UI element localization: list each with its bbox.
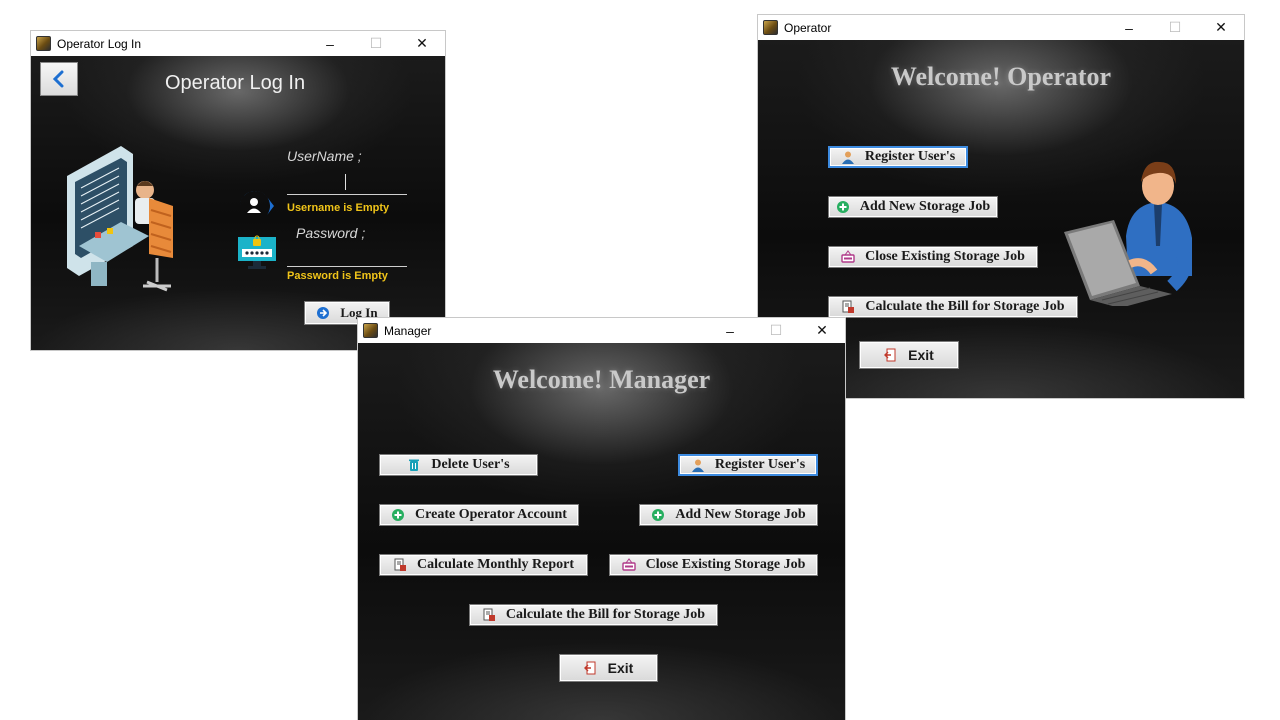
add-storage-job-label: Add New Storage Job [675,507,806,522]
password-error: Password is Empty [287,270,388,282]
bill-icon [483,608,495,621]
calculate-bill-label: Calculate the Bill for Storage Job [505,607,706,622]
username-error: Username is Empty [287,202,390,214]
calculate-monthly-report-label: Calculate Monthly Report [416,557,575,572]
close-storage-job-label: Close Existing Storage Job [645,557,806,572]
bill-icon [842,300,855,313]
add-storage-job-button[interactable]: Add New Storage Job [639,504,818,526]
register-users-button[interactable]: Register User's [678,454,818,476]
app-icon [363,323,378,338]
add-storage-job-label: Add New Storage Job [859,199,991,214]
login-window: Operator Log In – ☐ ✕ Operator Log In Us… [31,31,445,350]
exit-button[interactable]: Exit [559,654,658,682]
user-icon [240,191,274,215]
plus-circle-icon [392,509,405,521]
close-button[interactable]: ✕ [799,318,845,343]
maximize-button[interactable]: ☐ [1152,15,1198,40]
report-icon [394,558,406,571]
closed-sign-icon [841,250,855,263]
create-operator-account-button[interactable]: Create Operator Account [379,504,579,526]
register-users-label: Register User's [864,149,956,164]
exit-label: Exit [908,347,934,363]
operator-illustration-icon [67,146,173,292]
back-arrow-icon [52,70,64,88]
username-label: UserName ; [287,148,362,164]
close-storage-job-label: Close Existing Storage Job [865,249,1025,264]
manager-window: Manager – ☐ ✕ Welcome! Manager Delete Us… [358,318,845,720]
password-input[interactable] [287,244,407,266]
page-title: Operator Log In [165,72,306,94]
manager-content: Welcome! Manager Delete User's Register … [358,343,845,720]
plus-circle-icon [836,201,849,213]
exit-label: Exit [607,660,634,676]
manager-titlebar: Manager – ☐ ✕ [358,318,845,343]
plus-circle-icon [652,509,665,521]
window-title: Manager [384,323,432,338]
username-underline [287,194,407,195]
minimize-button[interactable]: – [1106,15,1152,40]
exit-button[interactable]: Exit [859,341,959,369]
password-underline [287,266,407,267]
create-operator-account-label: Create Operator Account [415,507,567,522]
password-label: Password ; [296,225,366,241]
delete-users-button[interactable]: Delete User's [379,454,538,476]
exit-door-icon [884,348,896,362]
operator-titlebar: Operator – ☐ ✕ [758,15,1244,40]
login-titlebar: Operator Log In – ☐ ✕ [31,31,445,56]
trash-icon [409,459,420,471]
user-icon [691,459,704,472]
close-storage-job-button[interactable]: Close Existing Storage Job [609,554,818,576]
password-monitor-icon [238,235,276,269]
arrow-right-circle-icon [317,307,330,319]
maximize-button[interactable]: ☐ [753,318,799,343]
calculate-bill-label: Calculate the Bill for Storage Job [865,299,1065,314]
window-title: Operator Log In [57,36,142,51]
app-icon [36,36,51,51]
minimize-button[interactable]: – [707,318,753,343]
delete-users-label: Delete User's [431,457,510,472]
text-cursor [345,174,346,190]
add-storage-job-button[interactable]: Add New Storage Job [828,196,998,218]
calculate-bill-button[interactable]: Calculate the Bill for Storage Job [828,296,1078,318]
closed-sign-icon [621,558,636,571]
register-users-button[interactable]: Register User's [828,146,968,168]
register-users-label: Register User's [714,457,806,472]
user-icon [841,151,854,164]
page-title: Welcome! Manager [492,365,711,394]
page-title: Welcome! Operator [890,62,1112,91]
minimize-button[interactable]: – [307,31,353,56]
calculate-monthly-report-button[interactable]: Calculate Monthly Report [379,554,588,576]
calculate-bill-button[interactable]: Calculate the Bill for Storage Job [469,604,718,626]
close-button[interactable]: ✕ [399,31,445,56]
close-button[interactable]: ✕ [1198,15,1244,40]
close-storage-job-button[interactable]: Close Existing Storage Job [828,246,1038,268]
exit-door-icon [583,661,596,675]
login-content: Operator Log In UserName ; Username is E… [31,56,445,350]
username-input[interactable] [287,170,407,194]
maximize-button[interactable]: ☐ [353,31,399,56]
window-title: Operator [784,20,832,35]
back-button[interactable] [40,62,78,96]
app-icon [763,20,778,35]
operator-laptop-illustration-icon [1064,161,1192,306]
